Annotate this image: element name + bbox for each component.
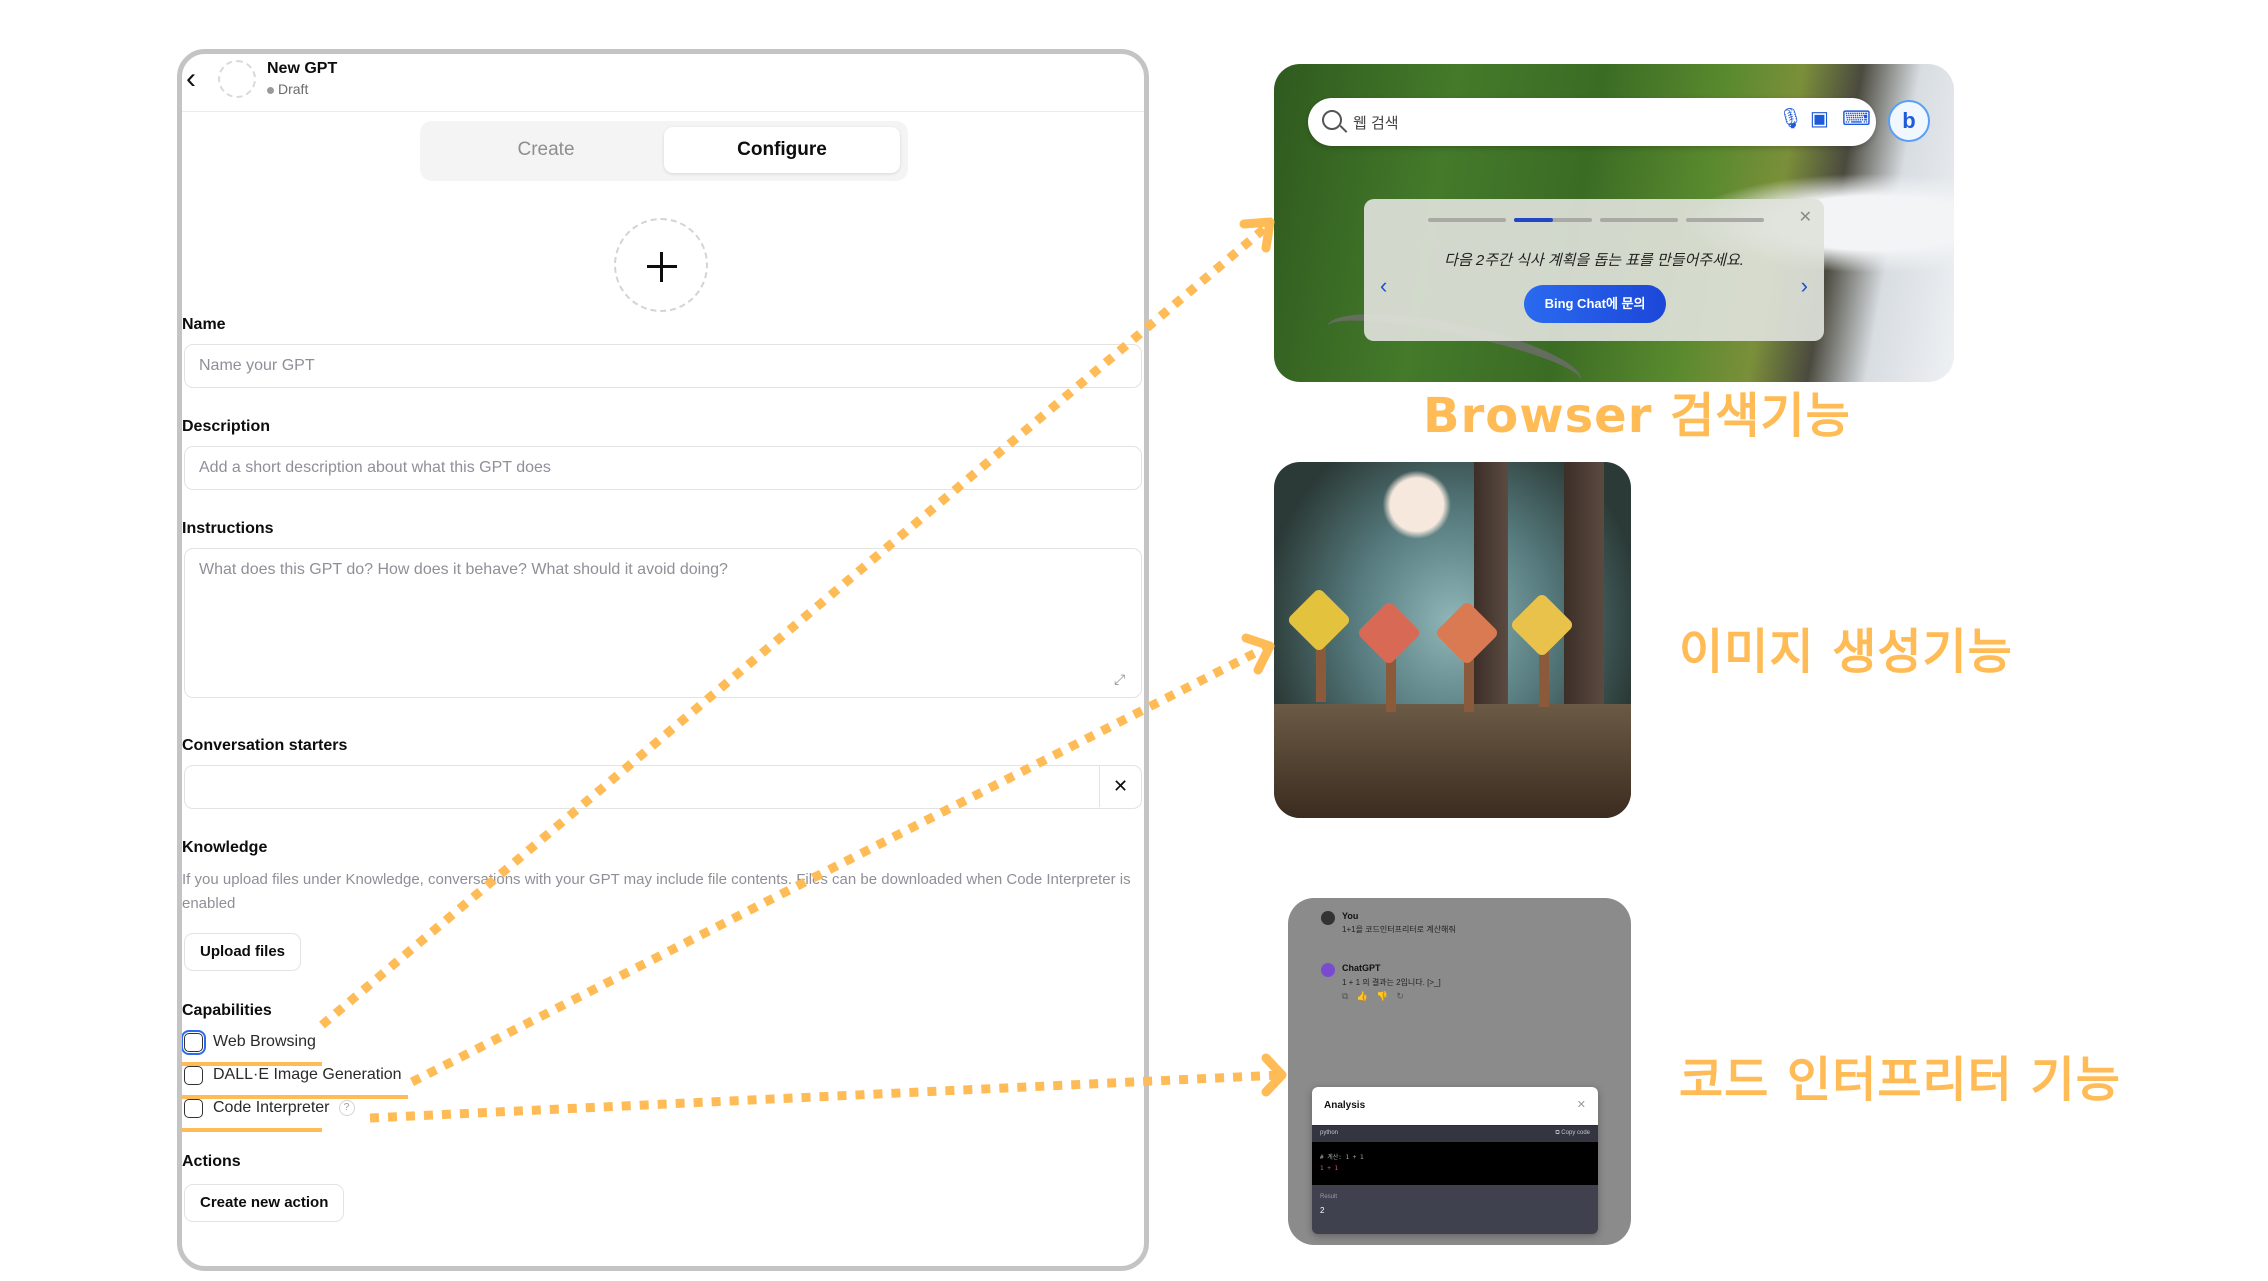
description-input[interactable] — [184, 446, 1142, 490]
code-block: # 계산: 1 + 1 1 + 1 — [1312, 1142, 1598, 1185]
keyboard-icon[interactable]: ⌨ — [1842, 109, 1871, 129]
capability-code-interpreter[interactable]: Code Interpreter ? — [184, 1095, 355, 1121]
bing-chat-logo-icon[interactable]: b — [1888, 100, 1930, 142]
name-input[interactable] — [184, 344, 1142, 388]
analysis-modal: Analysis ✕ python ⧉ Copy code # 계산: 1 + … — [1312, 1087, 1598, 1234]
search-bar[interactable]: 웹 검색 🎙 ▣ ⌨ — [1308, 98, 1876, 146]
carousel-progress-fill — [1514, 218, 1553, 222]
user-avatar — [1321, 911, 1335, 925]
chatgpt-avatar — [1321, 963, 1335, 977]
knowledge-helper-text: If you upload files under Knowledge, con… — [182, 871, 1131, 912]
search-icon — [1322, 110, 1342, 130]
assistant-name: ChatGPT — [1342, 963, 1381, 973]
browser-feature-caption: Browser 검색기능 — [1423, 388, 1851, 444]
close-icon[interactable]: ✕ — [1099, 766, 1141, 807]
prompt-suggestion-card: ✕ 다음 2주간 식사 계획을 돕는 표를 만들어주세요. ‹ › Bing C… — [1364, 199, 1824, 341]
status-badge: Draft — [267, 81, 308, 97]
prompt-text: 다음 2주간 식사 계획을 돕는 표를 만들어주세요. — [1444, 252, 1744, 269]
conversation-starter-input[interactable] — [185, 766, 1100, 807]
carousel-segment — [1600, 218, 1678, 222]
description-label: Description — [182, 418, 271, 435]
ask-bing-chat-button[interactable]: Bing Chat에 문의 — [1524, 285, 1666, 323]
tree-trunk — [1474, 462, 1508, 729]
tab-create[interactable]: Create — [428, 127, 664, 173]
chevron-left-icon[interactable]: ‹ — [1380, 273, 1387, 299]
instructions-label: Instructions — [182, 520, 274, 537]
arrowhead-code-interpreter — [1261, 1053, 1287, 1097]
result-label: Result — [1320, 1194, 1338, 1200]
analysis-header: Analysis ✕ — [1312, 1087, 1598, 1125]
generated-image — [1274, 462, 1631, 818]
visual-search-icon[interactable]: ▣ — [1810, 109, 1829, 129]
code-language: python — [1320, 1130, 1339, 1136]
user-message: 1+1을 코드인터프리터로 계산해줘 — [1342, 925, 1456, 934]
capability-label: Web Browsing — [213, 1033, 316, 1050]
capability-dalle[interactable]: DALL·E Image Generation — [184, 1062, 402, 1088]
chevron-right-icon[interactable]: › — [1801, 273, 1808, 299]
code-line: # 계산: 1 + 1 — [1320, 1154, 1364, 1161]
image-feature-caption: 이미지 생성기능 — [1679, 624, 2013, 680]
code-interpreter-checkbox[interactable] — [184, 1098, 203, 1118]
name-label: Name — [182, 316, 226, 333]
chevron-left-icon[interactable]: ‹ — [186, 64, 196, 94]
tab-configure[interactable]: Configure — [664, 127, 900, 173]
create-new-action-button[interactable]: Create new action — [184, 1184, 345, 1222]
capabilities-label: Capabilities — [182, 1002, 272, 1019]
capability-label: Code Interpreter — [213, 1099, 330, 1116]
conversation-starter-field: ✕ — [184, 765, 1142, 809]
arrowhead-dalle — [1241, 633, 1275, 675]
browser-search-screenshot: 웹 검색 🎙 ▣ ⌨ b ✕ 다음 2주간 식사 계획을 돕는 표를 만들어주세… — [1274, 64, 1954, 382]
microphone-icon[interactable]: 🎙 — [1778, 109, 1803, 129]
help-icon[interactable]: ? — [338, 1100, 355, 1116]
gpt-builder-panel: ‹ New GPT Draft Create Configure Name De… — [177, 49, 1149, 1271]
web-browsing-checkbox[interactable] — [182, 1029, 206, 1055]
status-text: Draft — [278, 81, 309, 97]
top-bar: ‹ New GPT Draft — [182, 54, 1144, 112]
gpt-avatar-placeholder — [218, 60, 256, 98]
figure-body — [1539, 647, 1549, 707]
code-line: 1 + 1 — [1320, 1165, 1339, 1172]
copy-code-button[interactable]: ⧉ Copy code — [1555, 1130, 1590, 1137]
instructions-textarea[interactable] — [184, 548, 1142, 698]
conversation-starters-label: Conversation starters — [182, 737, 348, 754]
forest-floor — [1274, 704, 1631, 818]
message-action-icons[interactable]: ⧉ 👍 👎 ↻ — [1342, 991, 1407, 1002]
carousel-segment-active — [1514, 218, 1592, 222]
status-dot-icon — [267, 86, 274, 94]
code-interpreter-screenshot: You 1+1을 코드인터프리터로 계산해줘 ChatGPT 1 + 1 의 결… — [1288, 898, 1631, 1245]
leaf-figure — [1356, 600, 1422, 666]
arrowhead-web-browsing — [1239, 217, 1275, 253]
tree-trunk — [1564, 462, 1604, 729]
carousel-segment — [1686, 218, 1764, 222]
dalle-checkbox[interactable] — [184, 1065, 203, 1085]
code-header: python ⧉ Copy code — [1312, 1125, 1598, 1142]
result-value: 2 — [1320, 1206, 1325, 1215]
capability-web-browsing[interactable]: Web Browsing — [182, 1029, 316, 1055]
leaf-figure — [1286, 587, 1352, 653]
assistant-message: 1 + 1 의 결과는 2입니다. [>_] — [1342, 978, 1441, 987]
figure-body — [1316, 642, 1326, 702]
search-placeholder: 웹 검색 — [1353, 115, 1399, 132]
knowledge-label: Knowledge — [182, 839, 268, 856]
highlight-underline — [182, 1128, 322, 1132]
expand-icon[interactable]: ⤢ — [1114, 671, 1125, 688]
close-icon[interactable]: ✕ — [1799, 207, 1812, 227]
mode-tabs: Create Configure — [420, 121, 908, 181]
actions-label: Actions — [182, 1153, 241, 1170]
analysis-title: Analysis — [1324, 1100, 1366, 1111]
add-avatar-button[interactable] — [614, 218, 708, 312]
close-icon[interactable]: ✕ — [1577, 1098, 1586, 1111]
capability-label: DALL·E Image Generation — [213, 1066, 402, 1083]
upload-files-button[interactable]: Upload files — [184, 933, 302, 971]
carousel-segment — [1428, 218, 1506, 222]
code-interpreter-feature-caption: 코드 인터프리터 기능 — [1679, 1052, 2121, 1108]
user-name: You — [1342, 911, 1359, 921]
gpt-title: New GPT — [267, 60, 338, 77]
